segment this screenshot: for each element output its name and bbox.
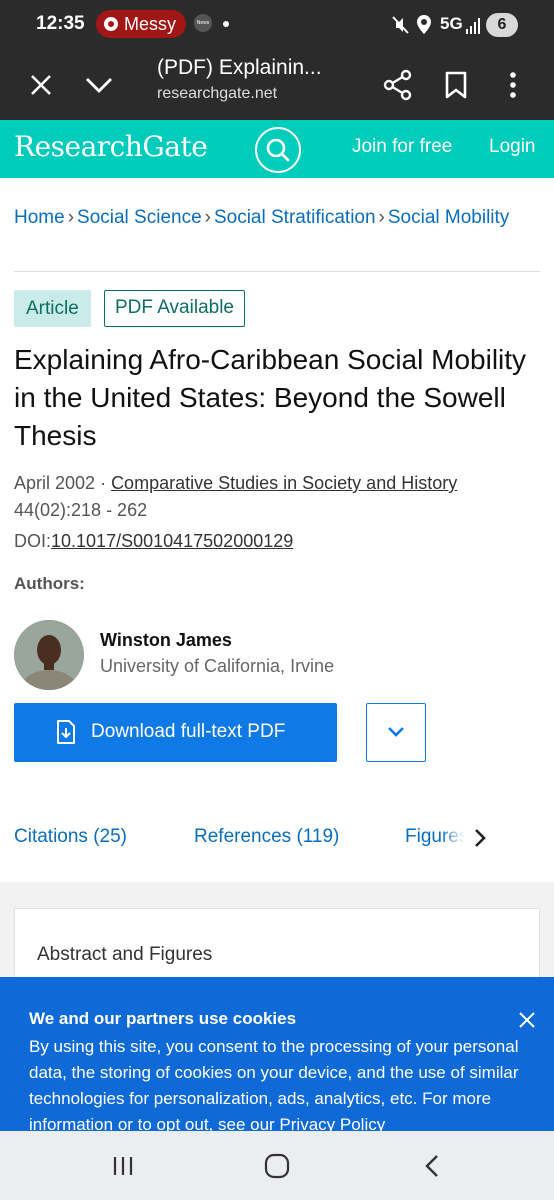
media-pill[interactable]: Messy bbox=[96, 10, 186, 38]
login-link[interactable]: Login bbox=[489, 136, 536, 158]
tab-figures[interactable]: Figures bbox=[405, 826, 465, 848]
status-time: 12:35 bbox=[36, 13, 85, 34]
search-icon bbox=[266, 138, 290, 162]
share-icon[interactable] bbox=[377, 64, 419, 106]
bookmark-icon[interactable] bbox=[435, 64, 477, 106]
close-icon[interactable] bbox=[20, 64, 62, 106]
join-link[interactable]: Join for free bbox=[352, 136, 452, 158]
more-vert-icon[interactable] bbox=[492, 64, 534, 106]
author-institution: University of California, Irvine bbox=[100, 656, 335, 676]
record-icon bbox=[104, 17, 118, 31]
breadcrumb-social-science[interactable]: Social Science bbox=[77, 207, 202, 228]
tab-references[interactable]: References (119) bbox=[194, 826, 339, 848]
divider bbox=[14, 271, 540, 272]
home-icon[interactable] bbox=[257, 1151, 297, 1181]
doi-label: DOI: bbox=[14, 531, 52, 551]
breadcrumb-home[interactable]: Home bbox=[14, 207, 65, 228]
download-pdf-button[interactable]: Download full-text PDF bbox=[14, 703, 337, 762]
doi-line: DOI:10.1017/S0010417502000129 bbox=[14, 531, 293, 552]
status-bar: 12:35 Messy News 5G 6 bbox=[0, 0, 554, 50]
article-title: Explaining Afro-Caribbean Social Mobilit… bbox=[14, 344, 527, 451]
publication-meta: April 2002 · Comparative Studies in Soci… bbox=[14, 473, 458, 520]
news-app-icon: News bbox=[194, 14, 212, 32]
notification-dot-icon bbox=[223, 21, 229, 27]
abstract-title: Abstract and Figures bbox=[37, 944, 213, 965]
chevron-right-icon: › bbox=[204, 207, 211, 228]
chevron-down-icon[interactable] bbox=[78, 64, 120, 106]
doi-link[interactable]: 10.1017/S0010417502000129 bbox=[51, 531, 293, 551]
breadcrumb: Home › Social Science › Social Stratificatio… bbox=[14, 205, 534, 231]
location-icon bbox=[417, 15, 431, 34]
recent-apps-icon[interactable] bbox=[103, 1151, 143, 1181]
volume-pages: 44(02):218 - 262 bbox=[14, 500, 148, 520]
system-nav-bar bbox=[0, 1131, 554, 1200]
researchgate-logo[interactable]: ResearchGate bbox=[14, 130, 208, 163]
cookie-title: We and our partners use cookies bbox=[29, 1009, 297, 1028]
mute-icon bbox=[392, 16, 409, 34]
more-options-button[interactable] bbox=[366, 703, 426, 762]
site-header: ResearchGate Join for free Login bbox=[0, 120, 554, 178]
author-photo bbox=[14, 620, 84, 690]
pdf-available-badge: PDF Available bbox=[104, 290, 245, 327]
avatar[interactable] bbox=[14, 620, 84, 690]
author-name[interactable]: Winston James bbox=[100, 630, 232, 651]
browser-toolbar: (PDF) Explainin... researchgate.net bbox=[0, 50, 554, 120]
chevron-right-icon: › bbox=[378, 207, 385, 228]
chevron-right-icon[interactable] bbox=[470, 824, 490, 852]
back-icon[interactable] bbox=[412, 1151, 452, 1181]
search-button[interactable] bbox=[255, 127, 301, 173]
network-type: 5G bbox=[440, 14, 463, 33]
cookie-banner: We and our partners use cookies By using… bbox=[0, 977, 554, 1131]
browser-url[interactable]: researchgate.net bbox=[157, 85, 277, 103]
article-type-badge: Article bbox=[14, 290, 91, 327]
download-pdf-label: Download full-text PDF bbox=[91, 721, 286, 742]
journal-link[interactable]: Comparative Studies in Society and Histo… bbox=[111, 473, 457, 493]
signal-icon bbox=[466, 18, 480, 34]
close-icon[interactable] bbox=[516, 1009, 538, 1031]
cookie-message: By using this site, you consent to the p… bbox=[29, 1037, 519, 1131]
media-pill-label: Messy bbox=[124, 14, 177, 34]
chevron-right-icon: › bbox=[67, 207, 75, 228]
breadcrumb-social-mobility[interactable]: Social Mobility bbox=[388, 207, 509, 228]
cookie-text-block: By using this site, you consent to the p… bbox=[29, 1034, 539, 1131]
breadcrumb-social-stratification[interactable]: Social Stratification bbox=[214, 207, 376, 228]
section-tabs: Citations (25) References (119) Figures bbox=[0, 800, 554, 880]
file-download-icon bbox=[57, 720, 75, 744]
publication-date: April 2002 bbox=[14, 473, 96, 493]
chevron-down-icon bbox=[388, 727, 404, 737]
notification-count-badge: 6 bbox=[486, 13, 518, 37]
tab-citations[interactable]: Citations (25) bbox=[14, 826, 127, 848]
browser-page-title[interactable]: (PDF) Explainin... bbox=[157, 56, 347, 80]
authors-label: Authors: bbox=[14, 574, 85, 593]
privacy-policy-link[interactable]: Privacy Policy bbox=[279, 1115, 385, 1131]
